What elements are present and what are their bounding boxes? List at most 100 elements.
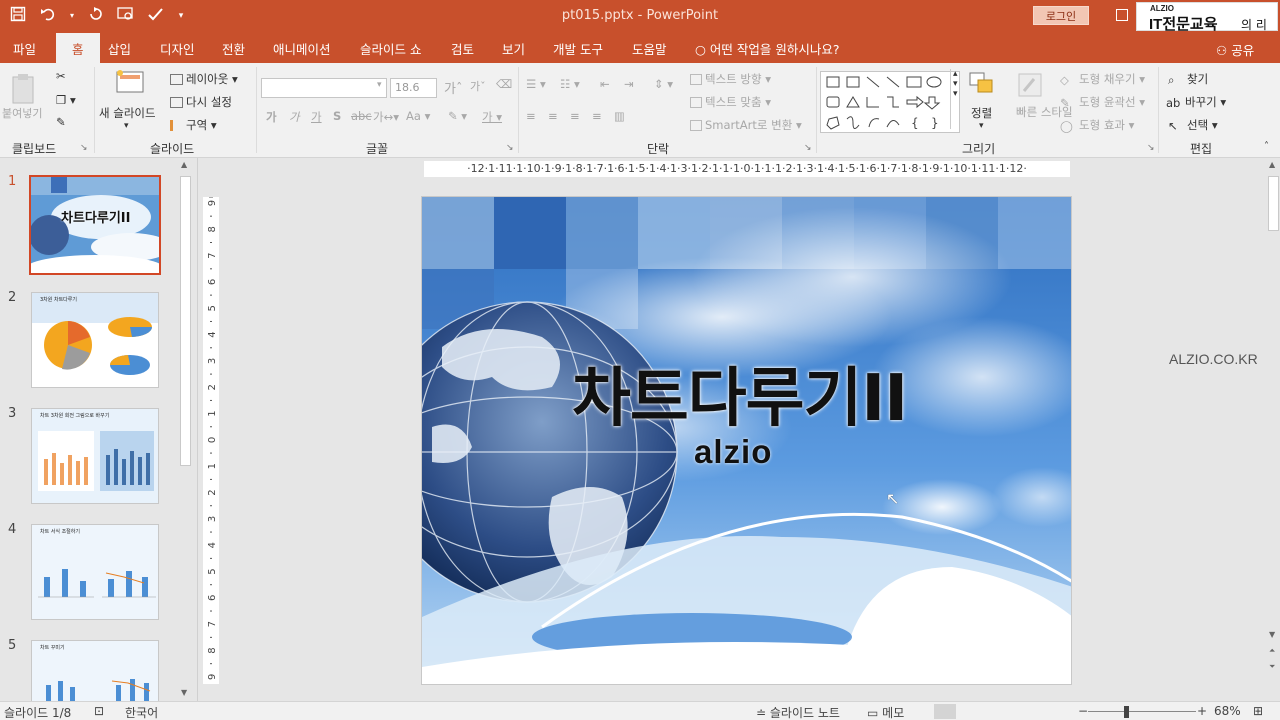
slide-title[interactable]: 차트다루기II [572,347,908,439]
tab-home[interactable]: 홈 [56,33,100,63]
zoom-in-icon[interactable]: + [1197,704,1207,718]
shape-outline-button[interactable]: ✎ 도형 윤곽선 ▾ [1060,94,1145,110]
tab-transitions[interactable]: 전환 [222,39,245,58]
justify-icon[interactable]: ≡ [592,109,602,123]
strikethrough-icon[interactable]: abc [351,109,372,123]
tab-insert[interactable]: 삽입 [108,39,131,58]
select-button[interactable]: ↖ 선택 ▾ [1168,117,1218,133]
font-size-combobox[interactable]: 18.6 [390,78,437,98]
copy-icon[interactable]: ❐ ▾ [56,93,76,107]
slide-canvas[interactable]: 차트다루기II alzio ↖ [421,196,1072,685]
decrease-indent-icon[interactable]: ⇤ [600,77,610,91]
tab-help[interactable]: 도움말 [632,39,667,58]
tab-design[interactable]: 디자인 [160,39,195,58]
login-button[interactable]: 로그인 [1033,6,1089,25]
font-color-icon[interactable]: 가 ▾ [482,109,502,125]
layout-button[interactable]: 레이아웃 ▾ [170,71,238,87]
tab-animations[interactable]: 애니메이션 [273,39,331,58]
reading-view-icon[interactable] [1010,704,1032,719]
normal-view-icon[interactable] [934,704,956,719]
find-button[interactable]: ⌕ 찾기 [1168,71,1208,87]
thumbnail-slide-4[interactable]: 차트 서식 조절하기 [31,524,159,620]
grow-font-icon[interactable]: 가ˆ [444,78,462,97]
editor-scrollbar[interactable]: ▲ ▼ ⏶ ⏷ [1267,158,1280,701]
line-spacing-icon[interactable]: ⇕ ▾ [654,77,673,91]
cut-icon[interactable]: ✂ [56,69,66,83]
slideshow-view-icon[interactable] [1047,704,1069,719]
quick-styles-button[interactable] [1016,71,1044,102]
align-text-button[interactable]: 텍스트 맞춤 ▾ [690,94,771,110]
new-slide-dropdown-icon[interactable]: ▾ [124,121,129,131]
tab-slideshow[interactable]: 슬라이드 쇼 [360,39,421,58]
language-indicator[interactable]: 한국어 [125,704,158,720]
align-center-icon[interactable]: ≡ [548,109,558,123]
arrange-button[interactable] [968,71,996,100]
font-name-combobox[interactable] [261,78,387,98]
shapes-gallery[interactable]: { } [820,71,960,133]
comments-button[interactable]: ▭ 메모 [867,704,904,720]
shrink-font-icon[interactable]: 가ˇ [470,78,486,94]
tab-view[interactable]: 보기 [502,39,525,58]
zoom-slider[interactable] [1088,711,1196,712]
shape-outline-label: 도형 윤곽선 [1079,95,1136,109]
scroll-down-icon[interactable]: ▼ [1269,630,1275,639]
ribbon-display-icon[interactable] [1116,9,1128,21]
zoom-out-icon[interactable]: − [1078,704,1088,718]
scroll-up-icon[interactable]: ▲ [1269,160,1275,169]
columns-icon[interactable]: ▥ [614,109,625,123]
replace-button[interactable]: ab 바꾸기 ▾ [1166,94,1226,110]
arrange-dropdown-icon[interactable]: ▾ [979,121,984,131]
paragraph-launcher-icon[interactable]: ↘ [804,143,812,153]
thumbnail-slide-1[interactable]: 차트다루기II [29,175,161,275]
bold-icon[interactable]: 가 [266,109,277,125]
text-direction-button[interactable]: 텍스트 방향 ▾ [690,71,771,87]
thumbnails-scrollbar[interactable]: ▲ ▼ [178,158,193,701]
reset-button[interactable]: 다시 설정 [170,94,232,110]
tab-developer[interactable]: 개발 도구 [553,39,603,58]
drawing-launcher-icon[interactable]: ↘ [1147,143,1155,153]
shape-effects-button[interactable]: ◯ 도형 효과 ▾ [1060,117,1134,133]
slide-sorter-icon[interactable] [973,704,995,719]
thumbnail-slide-2[interactable]: 3차원 차트다루기 [31,292,159,388]
previous-slide-icon[interactable]: ⏶ [1269,646,1275,656]
slide-subtitle[interactable]: alzio [694,433,772,471]
shape-fill-button[interactable]: ◇ 도형 채우기 ▾ [1060,71,1145,87]
notes-button[interactable]: ≐ 슬라이드 노트 [756,704,840,720]
numbering-icon[interactable]: ☷ ▾ [560,77,580,91]
increase-indent-icon[interactable]: ⇥ [624,77,634,91]
tab-review[interactable]: 검토 [451,39,474,58]
tab-file[interactable]: 파일 [13,39,36,58]
share-button[interactable]: ⚇ 공유 [1216,40,1254,59]
spell-check-icon[interactable]: ⊡ [94,704,104,718]
thumbnail-slide-5[interactable]: 차트 꾸미기 [31,640,159,702]
scroll-up-icon[interactable]: ▲ [181,160,187,169]
format-painter-icon[interactable]: ✎ [56,115,66,129]
clipboard-launcher-icon[interactable]: ↘ [80,143,88,153]
underline-icon[interactable]: 가 [311,109,322,125]
align-left-icon[interactable]: ≡ [526,109,536,123]
tell-me-search[interactable]: ○ 어떤 작업을 원하시나요? [695,39,840,58]
zoom-slider-handle[interactable] [1124,706,1129,718]
section-button[interactable]: 구역 ▾ [170,117,217,133]
fit-slide-icon[interactable]: ⊞ [1253,704,1263,718]
zoom-level[interactable]: 68% [1214,704,1241,718]
scroll-down-icon[interactable]: ▼ [181,688,187,697]
shapes-more-icon[interactable]: ▴ ▾ ▾ [950,69,958,129]
collapse-ribbon-icon[interactable]: ˄ [1264,141,1269,152]
thumbnail-slide-3[interactable]: 차트 3차원 회전 그림으로 바꾸기 [31,408,159,504]
editor-scroll-thumb[interactable] [1268,176,1279,231]
thumbnails-scroll-thumb[interactable] [180,176,191,466]
next-slide-icon[interactable]: ⏷ [1269,662,1275,672]
shadow-icon[interactable]: S [333,109,341,123]
bullets-icon[interactable]: ☰ ▾ [526,77,546,91]
highlight-icon[interactable]: ✎ ▾ [448,109,467,123]
font-name-dropdown-icon[interactable]: ▾ [377,80,382,90]
font-launcher-icon[interactable]: ↘ [506,143,514,153]
italic-icon[interactable]: 가 [289,109,300,125]
new-slide-button[interactable] [114,69,148,98]
align-right-icon[interactable]: ≡ [570,109,580,123]
smartart-button[interactable]: SmartArt로 변환 ▾ [690,117,802,133]
clear-format-icon[interactable]: ⌫ [496,77,512,91]
char-spacing-icon[interactable]: 가↔▾ [373,109,399,125]
change-case-icon[interactable]: Aa ▾ [406,109,430,123]
